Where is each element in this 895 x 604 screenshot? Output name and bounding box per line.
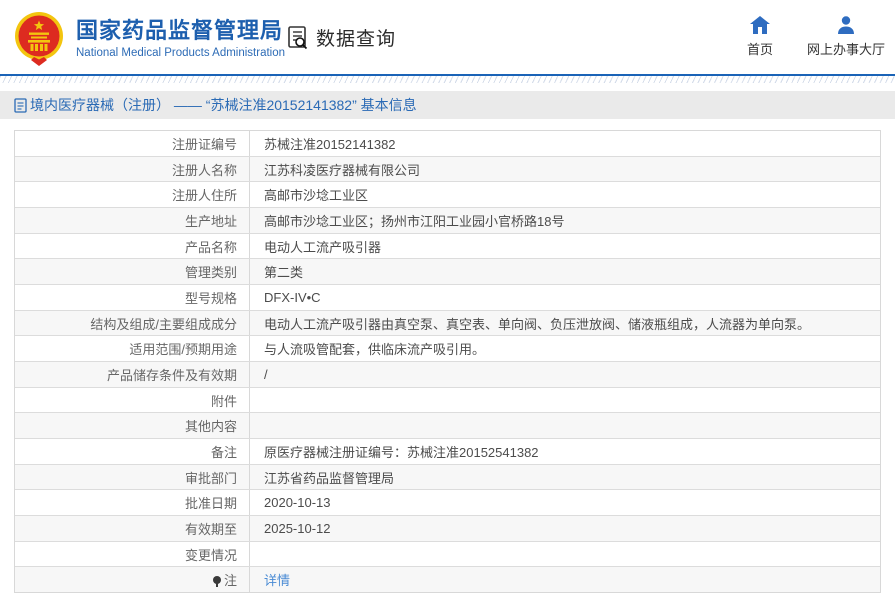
table-row: 有效期至 2025-10-12: [15, 516, 880, 542]
row-value: 详情: [250, 570, 880, 589]
table-row: 其他内容: [15, 413, 880, 440]
document-icon: [14, 97, 27, 113]
row-value: 原医疗器械注册证编号：苏械注准20152541382: [264, 444, 539, 460]
data-query-section[interactable]: 数据查询: [285, 24, 396, 51]
row-label: 结构及组成/主要组成成分: [15, 310, 250, 336]
detail-link[interactable]: 详情: [264, 573, 290, 588]
row-label: 产品名称: [15, 233, 250, 259]
table-row: 产品储存条件及有效期 /: [15, 362, 880, 388]
header-nav: 首页 网上办事大厅: [747, 16, 885, 58]
row-value: 高邮市沙埝工业区；扬州市江阳工业园小官桥路18号: [264, 213, 565, 229]
row-label: 附件: [15, 387, 250, 413]
table-row: 备注 原医疗器械注册证编号：苏械注准20152541382: [15, 439, 880, 465]
row-value: 江苏科凌医疗器械有限公司: [264, 162, 421, 178]
data-query-label: 数据查询: [316, 29, 397, 50]
row-value: DFX-IV•C: [264, 289, 321, 305]
row-value: 第二类: [264, 265, 304, 281]
row-label: 注册人名称: [15, 156, 250, 182]
row-label: 适用范围/预期用途: [15, 336, 250, 362]
table-row: 产品名称 电动人工流产吸引器: [15, 233, 880, 260]
row-label: 审批部门: [15, 464, 250, 490]
table-row: 管理类别 第二类: [15, 259, 880, 286]
table-row: 型号规格 DFX-IV•C: [15, 285, 880, 311]
table-row: 适用范围/预期用途 与人流吸管配套，供临床流产吸引用。: [15, 336, 880, 363]
page-title: 境内医疗器械（注册） —— “苏械注准20152141382” 基本信息: [30, 97, 417, 113]
row-value: 苏械注准20152141382: [264, 136, 396, 152]
table-row: 审批部门 江苏省药品监督管理局: [15, 464, 880, 491]
row-value: 高邮市沙埝工业区: [264, 188, 369, 204]
table-row: 批准日期 2020-10-13: [15, 490, 880, 517]
org-text: 国家药品监督管理局 National Medical Products Admi…: [76, 18, 285, 59]
row-label: 注: [15, 567, 250, 593]
nav-home[interactable]: 首页: [747, 16, 773, 58]
row-value: 电动人工流产吸引器: [264, 239, 382, 255]
nav-home-label: 首页: [746, 42, 773, 57]
table-row: 变更情况: [15, 541, 880, 568]
row-value: 2020-10-13: [264, 495, 331, 511]
site-header: 国家药品监督管理局 National Medical Products Admi…: [0, 0, 895, 76]
row-value: 江苏省药品监督管理局: [264, 470, 395, 486]
row-label: 备注: [15, 439, 250, 464]
row-value: 与人流吸管配套，供临床流产吸引用。: [264, 342, 486, 358]
table-row: 结构及组成/主要组成成分 电动人工流产吸引器由真空泵、真空表、单向阀、负压泄放阀、…: [15, 310, 880, 337]
page-title-bar: 境内医疗器械（注册） —— “苏械注准20152141382” 基本信息: [0, 91, 895, 119]
row-label: 注册证编号: [15, 131, 250, 156]
nav-service-hall-label: 网上办事大厅: [806, 42, 885, 57]
table-row: 注册人住所 高邮市沙埝工业区: [15, 182, 880, 209]
row-value: 电动人工流产吸引器由真空泵、真空表、单向阀、负压泄放阀、储液瓶组成，人流器为单向…: [264, 316, 811, 332]
table-row: 注详情: [15, 567, 880, 593]
national-emblem-icon: [15, 12, 63, 66]
home-icon: [749, 16, 770, 34]
row-value: /: [264, 366, 268, 382]
nav-service-hall[interactable]: 网上办事大厅: [807, 16, 885, 58]
hatch-divider: [0, 76, 895, 83]
org-subtitle: National Medical Products Administration: [76, 46, 286, 59]
row-label: 变更情况: [15, 541, 250, 567]
table-row: 注册证编号 苏械注准20152141382: [15, 131, 880, 157]
table-row: 生产地址 高邮市沙埝工业区；扬州市江阳工业园小官桥路18号: [15, 208, 880, 234]
row-label: 管理类别: [15, 259, 250, 285]
table-row: 附件: [15, 387, 880, 414]
row-label: 有效期至: [15, 516, 250, 541]
row-value: 2025-10-12: [264, 520, 331, 536]
org-title: 国家药品监督管理局: [76, 17, 284, 43]
row-label: 批准日期: [15, 490, 250, 516]
data-query-icon: [288, 25, 308, 49]
table-row: 注册人名称 江苏科凌医疗器械有限公司: [15, 156, 880, 183]
info-table: 注册证编号 苏械注准20152141382 注册人名称 江苏科凌医疗器械有限公司 注册人…: [14, 130, 881, 593]
row-label: 其他内容: [15, 413, 250, 439]
row-label: 产品储存条件及有效期: [15, 362, 250, 387]
row-label: 生产地址: [15, 208, 250, 233]
note-pin-icon: [212, 575, 221, 587]
user-icon: [837, 16, 854, 34]
logo-area: 国家药品监督管理局 National Medical Products Admi…: [14, 10, 285, 66]
row-label: 注册人住所: [15, 182, 250, 208]
row-label: 型号规格: [15, 285, 250, 310]
